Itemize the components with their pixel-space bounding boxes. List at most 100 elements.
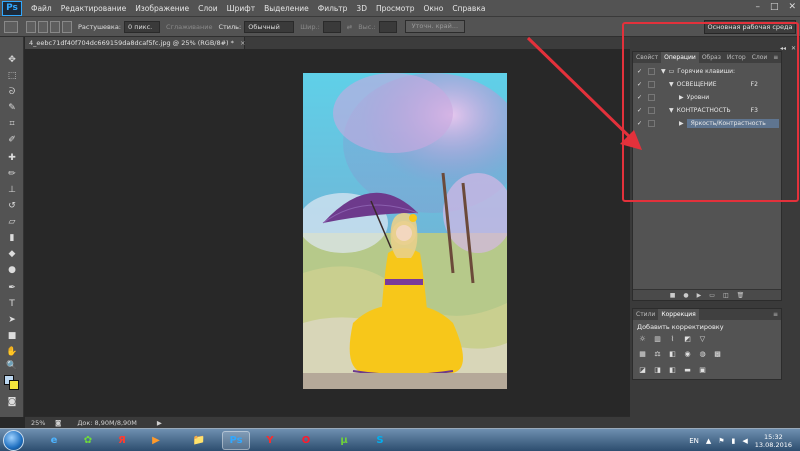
threshold-icon[interactable]: ◧	[667, 365, 678, 375]
zoom-tool-icon[interactable]: 🔍	[4, 359, 20, 373]
type-tool-icon[interactable]: T	[4, 297, 20, 311]
posterize-icon[interactable]: ◨	[652, 365, 663, 375]
crop-tool-icon[interactable]: ⌗	[4, 117, 20, 131]
menu-view[interactable]: Просмотр	[376, 4, 415, 13]
photoshop-logo-icon: Ps	[2, 0, 22, 16]
shape-tool-icon[interactable]: ■	[4, 329, 20, 343]
brush-tool-icon[interactable]: ✏	[4, 167, 20, 181]
record-icon[interactable]: ●	[683, 292, 688, 299]
network-icon[interactable]: ▮	[732, 437, 736, 445]
gradient-map-icon[interactable]: ▬	[682, 365, 693, 375]
width-input[interactable]	[322, 20, 341, 33]
explorer-icon[interactable]: 📁	[185, 431, 213, 450]
doc-info-icon[interactable]: ◙	[55, 419, 61, 427]
style-select[interactable]: Обычный	[244, 20, 295, 33]
icq-icon[interactable]: ✿	[74, 431, 102, 450]
pen-tool-icon[interactable]: ✒	[4, 281, 20, 295]
clone-stamp-tool-icon[interactable]: ⊥	[4, 183, 20, 197]
zoom-level[interactable]: 25%	[31, 419, 51, 427]
new-set-icon[interactable]: ▭	[709, 292, 715, 299]
skype-icon[interactable]: S	[366, 431, 394, 450]
eraser-tool-icon[interactable]: ▱	[4, 215, 20, 229]
history-brush-tool-icon[interactable]: ↺	[4, 199, 20, 213]
color-lookup-icon[interactable]: ▩	[712, 349, 723, 359]
photo-filter-icon[interactable]: ◉	[682, 349, 693, 359]
invert-icon[interactable]: ◪	[637, 365, 648, 375]
menu-file[interactable]: Файл	[31, 4, 52, 13]
exposure-icon[interactable]: ◩	[682, 334, 693, 344]
black-white-icon[interactable]: ◧	[667, 349, 678, 359]
healing-brush-tool-icon[interactable]: ✚	[4, 151, 20, 165]
volume-icon[interactable]: ◀	[742, 437, 747, 445]
play-icon[interactable]: ▶	[697, 292, 702, 299]
tab-styles[interactable]: Стили	[633, 311, 658, 318]
menu-layers[interactable]: Слои	[198, 4, 218, 13]
menu-type[interactable]: Шрифт	[227, 4, 255, 13]
yandex-browser-icon[interactable]: Y	[256, 431, 284, 450]
tray-expand-icon[interactable]: ▲	[706, 437, 711, 445]
hue-saturation-icon[interactable]: ▦	[637, 349, 648, 359]
language-indicator[interactable]: EN	[689, 437, 699, 445]
brightness-contrast-icon[interactable]: ☼	[637, 334, 648, 344]
antialias-checkbox[interactable]: Сглаживание	[166, 23, 212, 31]
blur-tool-icon[interactable]: ◆	[4, 247, 20, 261]
menu-window[interactable]: Окно	[423, 4, 443, 13]
tab-adjustments[interactable]: Коррекция	[658, 309, 699, 320]
menu-help[interactable]: Справка	[452, 4, 485, 13]
close-icon[interactable]: ✕	[788, 2, 796, 12]
document-tab[interactable]: 4_eebc71df40f704dc669159da8dcaf5fc.jpg @…	[25, 37, 245, 49]
document-tab-title: 4_eebc71df40f704dc669159da8dcaf5fc.jpg @…	[29, 39, 234, 47]
menu-select[interactable]: Выделение	[264, 4, 309, 13]
subtract-selection-icon[interactable]	[50, 20, 60, 33]
background-color-swatch[interactable]	[9, 380, 19, 390]
media-player-icon[interactable]: ▶	[142, 431, 170, 450]
new-selection-icon[interactable]	[26, 20, 36, 33]
move-tool-icon[interactable]: ✥	[4, 53, 20, 67]
height-input[interactable]	[378, 20, 397, 33]
marquee-tool-preset-icon[interactable]	[4, 20, 18, 33]
photoshop-taskbar-icon[interactable]: Ps	[222, 431, 250, 450]
menu-filter[interactable]: Фильтр	[318, 4, 348, 13]
curves-icon[interactable]: ⌇	[667, 334, 678, 344]
actions-footer: ■ ● ▶ ▭ ◫ 🗑	[633, 289, 781, 300]
color-balance-icon[interactable]: ⚖	[652, 349, 663, 359]
status-arrow-icon[interactable]: ▶	[157, 419, 162, 427]
marquee-tool-icon[interactable]: ⬚	[4, 69, 20, 83]
flag-icon[interactable]: ⚑	[718, 437, 724, 445]
add-selection-icon[interactable]	[38, 20, 48, 33]
channel-mixer-icon[interactable]: ◍	[697, 349, 708, 359]
height-label: Выс.:	[358, 22, 376, 31]
adjustments-panel-tabs: Стили Коррекция ≡	[633, 309, 781, 320]
clock[interactable]: 15:32 13.08.2016	[755, 433, 792, 449]
start-button[interactable]	[3, 430, 24, 451]
utorrent-icon[interactable]: µ	[330, 431, 358, 450]
dodge-tool-icon[interactable]: ●	[4, 263, 20, 277]
path-select-tool-icon[interactable]: ➤	[4, 313, 20, 327]
menu-3d[interactable]: 3D	[356, 4, 367, 13]
selective-color-icon[interactable]: ▣	[697, 365, 708, 375]
intersect-selection-icon[interactable]	[62, 20, 72, 33]
opera-icon[interactable]: O	[292, 431, 320, 450]
menu-edit[interactable]: Редактирование	[61, 4, 126, 13]
refine-edge-button[interactable]: Уточн. край...	[404, 20, 466, 33]
quick-select-tool-icon[interactable]: ✎	[4, 101, 20, 115]
yandex-icon[interactable]: Я	[108, 431, 136, 450]
gradient-tool-icon[interactable]: ▮	[4, 231, 20, 245]
menu-image[interactable]: Изображение	[135, 4, 189, 13]
quick-mask-icon[interactable]: ◙	[4, 395, 20, 409]
minimize-icon[interactable]: –	[755, 2, 760, 12]
eyedropper-tool-icon[interactable]: ✐	[4, 133, 20, 147]
delete-icon[interactable]: 🗑	[737, 292, 745, 299]
close-icon[interactable]: ×	[240, 39, 245, 47]
lasso-tool-icon[interactable]: ᘐ	[4, 85, 20, 99]
panel-menu-icon[interactable]: ≡	[770, 311, 781, 318]
hand-tool-icon[interactable]: ✋	[4, 345, 20, 359]
stop-icon[interactable]: ■	[670, 292, 676, 299]
vibrance-icon[interactable]: ▽	[697, 334, 708, 344]
maximize-icon[interactable]: □	[770, 2, 779, 12]
levels-icon[interactable]: ▥	[652, 334, 663, 344]
feather-input[interactable]: 0 пикс.	[124, 20, 160, 33]
ie-icon[interactable]: e	[40, 431, 68, 450]
swap-icon[interactable]: ⇄	[347, 23, 352, 31]
new-action-icon[interactable]: ◫	[723, 292, 729, 299]
